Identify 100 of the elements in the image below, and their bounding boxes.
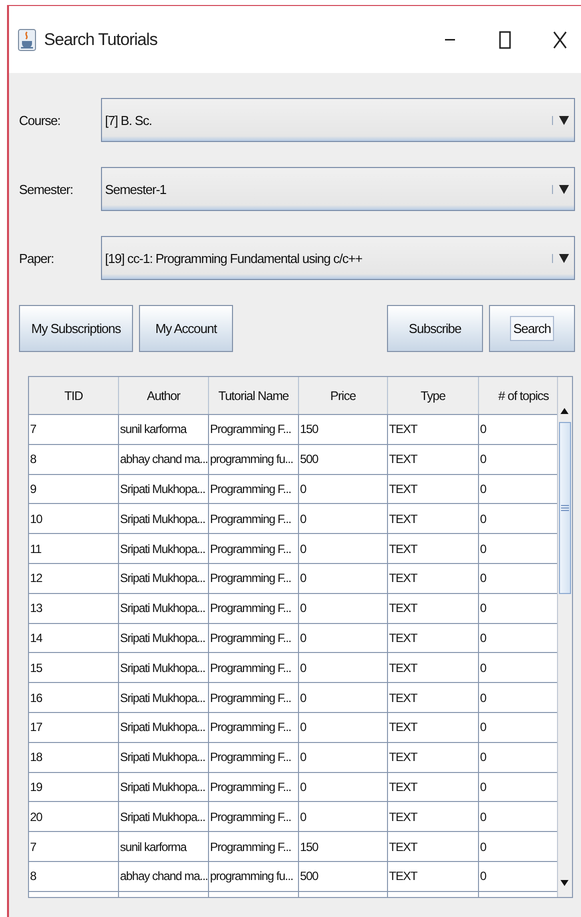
table-cell: Programming F... (209, 474, 299, 504)
action-button[interactable]: My Account (139, 305, 233, 352)
table-cell: 0 (299, 712, 388, 742)
table-cell: 0 (299, 504, 388, 534)
table-cell: 12 (29, 564, 119, 593)
table-cell: 0 (299, 474, 388, 504)
table-cell: TEXT (388, 444, 479, 474)
table-cell: Programming F... (209, 564, 299, 593)
dropdown-field[interactable]: [19] cc-1: Programming Fundamental using c/c++ (101, 236, 575, 280)
field-label: Semester: (19, 182, 74, 196)
table-cell: TEXT (388, 653, 479, 682)
table-cell: Sripati Mukhopa... (119, 802, 209, 832)
table-cell: Programming F... (209, 683, 299, 712)
table-cell: TEXT (388, 474, 479, 504)
table-cell: TEXT (388, 504, 479, 534)
table-cell: TEXT (388, 772, 479, 802)
table-cell: TEXT (388, 534, 479, 563)
table-cell: Programming F... (209, 594, 299, 623)
table-cell: Sripati Mukhopa... (119, 594, 209, 623)
table-cell: 500 (299, 862, 388, 891)
table-cell: Sripati Mukhopa... (119, 624, 209, 652)
window-title: Search Tutorials (44, 30, 158, 50)
table-cell: 0 (299, 772, 388, 802)
table-cell: Programming F... (209, 504, 299, 534)
column-header[interactable]: TID (29, 377, 119, 414)
table-cell: 0 (299, 802, 388, 832)
table-cell: 7 (29, 415, 119, 444)
table-cell: TEXT (388, 832, 479, 861)
table-cell: 0 (299, 564, 388, 593)
action-button[interactable]: Search (489, 305, 575, 352)
table-cell: Sripati Mukhopa... (119, 653, 209, 682)
table-cell: Programming F... (209, 742, 299, 772)
table-cell: 8 (29, 862, 119, 891)
table-cell: 0 (299, 653, 388, 682)
coffee-cup-icon (18, 28, 36, 50)
table-cell: sunil karforma (119, 415, 209, 444)
table-cell: 17 (29, 712, 119, 742)
table-cell: Sripati Mukhopa... (119, 504, 209, 534)
table-cell: TEXT (388, 683, 479, 712)
table-cell: 0 (299, 594, 388, 623)
table-cell: programming fu... (209, 862, 299, 891)
column-header[interactable]: Author (119, 377, 209, 414)
table-cell: Sripati Mukhopa... (119, 772, 209, 802)
table-cell: Sripati Mukhopa... (119, 534, 209, 563)
table-cell: Programming F... (209, 802, 299, 832)
table-cell: 13 (29, 594, 119, 623)
table-cell: 15 (29, 653, 119, 682)
scrollbar[interactable] (557, 377, 572, 897)
table-cell: 8 (29, 444, 119, 474)
table-cell: TEXT (388, 712, 479, 742)
table-cell: 19 (29, 772, 119, 802)
table-cell: Programming F... (209, 832, 299, 861)
column-header[interactable]: Price (299, 377, 388, 414)
table-cell: Programming F... (209, 534, 299, 563)
table-cell: Programming F... (209, 624, 299, 652)
table-cell: TEXT (388, 802, 479, 832)
table-cell: Sripati Mukhopa... (119, 742, 209, 772)
table-cell: TEXT (388, 415, 479, 444)
table-cell: 0 (299, 624, 388, 652)
table-cell: abhay chand ma... (119, 862, 209, 891)
table-cell: TEXT (388, 624, 479, 652)
close-icon[interactable] (553, 30, 567, 48)
table-cell: 10 (29, 504, 119, 534)
table-cell: Sripati Mukhopa... (119, 683, 209, 712)
table-cell: Programming F... (209, 415, 299, 444)
table-cell: abhay chand ma... (119, 444, 209, 474)
table-cell: 16 (29, 683, 119, 712)
dropdown-field[interactable]: [7] B. Sc. (101, 98, 575, 142)
table-cell: 0 (299, 742, 388, 772)
table-cell: Sripati Mukhopa... (119, 712, 209, 742)
maximize-icon[interactable] (499, 30, 511, 48)
table-cell: 150 (299, 832, 388, 861)
table-cell: TEXT (388, 742, 479, 772)
table-cell: TEXT (388, 862, 479, 891)
table-cell: 0 (299, 534, 388, 563)
field-label: Paper: (19, 250, 55, 266)
table-cell: Programming F... (209, 712, 299, 742)
table-cell: programming fu... (209, 444, 299, 474)
table-cell: 500 (299, 444, 388, 474)
column-header[interactable]: Type (388, 377, 479, 414)
dropdown-arrow-icon[interactable] (552, 184, 569, 194)
dropdown-arrow-icon[interactable] (552, 254, 569, 262)
table-cell: 14 (29, 624, 119, 652)
action-button[interactable]: Subscribe (387, 305, 483, 352)
dropdown-field[interactable]: Semester-1 (101, 167, 575, 211)
table-cell: Sripati Mukhopa... (119, 474, 209, 504)
table-cell: 9 (29, 474, 119, 504)
table-cell: 18 (29, 742, 119, 772)
action-button[interactable]: My Subscriptions (19, 305, 133, 352)
table-cell: TEXT (388, 564, 479, 593)
column-header[interactable]: Tutorial Name (209, 377, 299, 414)
table-cell: 0 (299, 683, 388, 712)
dropdown-arrow-icon[interactable] (552, 116, 569, 124)
table-cell: sunil karforma (119, 832, 209, 861)
scroll-thumb[interactable] (559, 422, 571, 594)
table-cell: 150 (299, 415, 388, 444)
table-cell: 7 (29, 832, 119, 861)
field-label: Course: (19, 112, 62, 128)
table-cell: Programming F... (209, 653, 299, 682)
table-cell: Sripati Mukhopa... (119, 564, 209, 593)
